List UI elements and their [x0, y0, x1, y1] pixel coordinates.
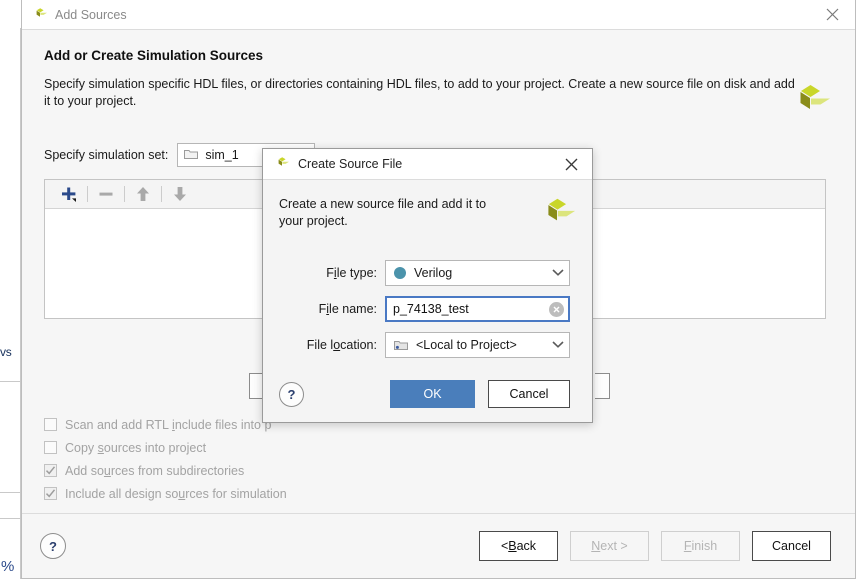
close-icon[interactable] — [823, 6, 841, 24]
help-button[interactable]: ? — [279, 382, 304, 407]
options-checkbox-group: Scan and add RTL include files into p Co… — [44, 413, 287, 505]
vivado-logo-icon — [32, 7, 48, 23]
file-location-label: File location: — [291, 338, 377, 352]
verilog-swatch-icon — [394, 267, 406, 279]
create-source-file-footer: ? OK Cancel — [263, 366, 592, 422]
vivado-logo-medium-icon — [538, 196, 576, 237]
create-source-file-titlebar: Create Source File — [263, 149, 592, 180]
move-down-button[interactable] — [165, 182, 195, 206]
option-label-1: Copy sources into project — [65, 441, 206, 455]
help-button[interactable]: ? — [40, 533, 66, 559]
background-text-fragment-bottom: % — [1, 558, 14, 575]
remove-source-button[interactable] — [91, 182, 121, 206]
cancel-button[interactable]: Cancel — [752, 531, 831, 561]
file-type-label: File type: — [291, 266, 377, 280]
toolbar-separator-3 — [161, 186, 162, 202]
option-label-0: Scan and add RTL include files into p — [65, 418, 271, 432]
create-source-file-description: Create a new source file and add it to y… — [279, 196, 507, 230]
wizard-footer: ? < Back Next > Finish Cancel — [22, 514, 855, 578]
file-name-value: p_74138_test — [393, 302, 469, 316]
vivado-logo-large-icon — [789, 82, 831, 127]
cancel-button[interactable]: Cancel — [488, 380, 570, 408]
create-source-file-dialog: Create Source File Create a new source f… — [262, 148, 593, 423]
background-left-strip — [0, 28, 21, 579]
vivado-logo-icon — [274, 156, 290, 172]
folder-icon — [184, 148, 198, 163]
option-row-3[interactable]: Include all design sources for simulatio… — [44, 482, 287, 505]
file-location-select[interactable]: <Local to Project> — [385, 332, 570, 358]
file-type-select[interactable]: Verilog — [385, 260, 570, 286]
checkbox-copy-sources-into-project[interactable] — [44, 441, 57, 454]
screen-root: vs % ti Add Sources Add or Cr — [0, 0, 856, 579]
next-button: Next > — [570, 531, 649, 561]
close-icon[interactable] — [562, 155, 580, 173]
finish-button: Finish — [661, 531, 740, 561]
create-source-file-form: File type: Verilog File name: p_74138_te… — [279, 260, 576, 358]
option-label-2: Add sources from subdirectories — [65, 464, 244, 478]
option-row-0[interactable]: Scan and add RTL include files into p — [44, 413, 287, 436]
add-source-button[interactable] — [54, 182, 84, 206]
back-button[interactable]: < Back — [479, 531, 558, 561]
checkbox-scan-add-rtl-include-files[interactable] — [44, 418, 57, 431]
add-directories-button-partial[interactable] — [595, 373, 610, 399]
simulation-set-label: Specify simulation set: — [44, 148, 168, 162]
checkbox-add-sources-from-subdirectories[interactable] — [44, 464, 57, 477]
background-divider-1 — [0, 381, 21, 382]
option-label-3: Include all design sources for simulatio… — [65, 487, 287, 501]
file-name-label: File name: — [291, 302, 377, 316]
wizard-footer-buttons: < Back Next > Finish Cancel — [479, 531, 831, 561]
create-source-file-body: Create a new source file and add it to y… — [263, 180, 592, 366]
file-name-input[interactable]: p_74138_test — [385, 296, 570, 322]
page-description: Specify simulation specific HDL files, o… — [44, 76, 799, 110]
background-divider-3 — [0, 518, 21, 519]
file-type-value: Verilog — [414, 266, 452, 280]
create-source-file-actions: OK Cancel — [390, 380, 570, 408]
toolbar-separator-2 — [124, 186, 125, 202]
chevron-down-icon — [551, 338, 565, 352]
folder-icon — [394, 339, 408, 351]
clear-icon[interactable] — [549, 302, 564, 317]
file-location-value: <Local to Project> — [416, 338, 517, 352]
simulation-set-value: sim_1 — [205, 148, 238, 162]
background-divider-2 — [0, 492, 21, 493]
toolbar-separator-1 — [87, 186, 88, 202]
add-sources-titlebar: Add Sources — [22, 0, 855, 30]
ok-button[interactable]: OK — [390, 380, 475, 408]
create-source-file-title: Create Source File — [298, 157, 402, 171]
chevron-down-icon — [551, 266, 565, 280]
add-sources-title: Add Sources — [55, 8, 127, 22]
option-row-2[interactable]: Add sources from subdirectories — [44, 459, 287, 482]
option-row-1[interactable]: Copy sources into project — [44, 436, 287, 459]
page-title: Add or Create Simulation Sources — [44, 48, 833, 63]
background-text-fragment-left: vs — [0, 345, 12, 359]
checkbox-include-all-design-sources[interactable] — [44, 487, 57, 500]
move-up-button[interactable] — [128, 182, 158, 206]
